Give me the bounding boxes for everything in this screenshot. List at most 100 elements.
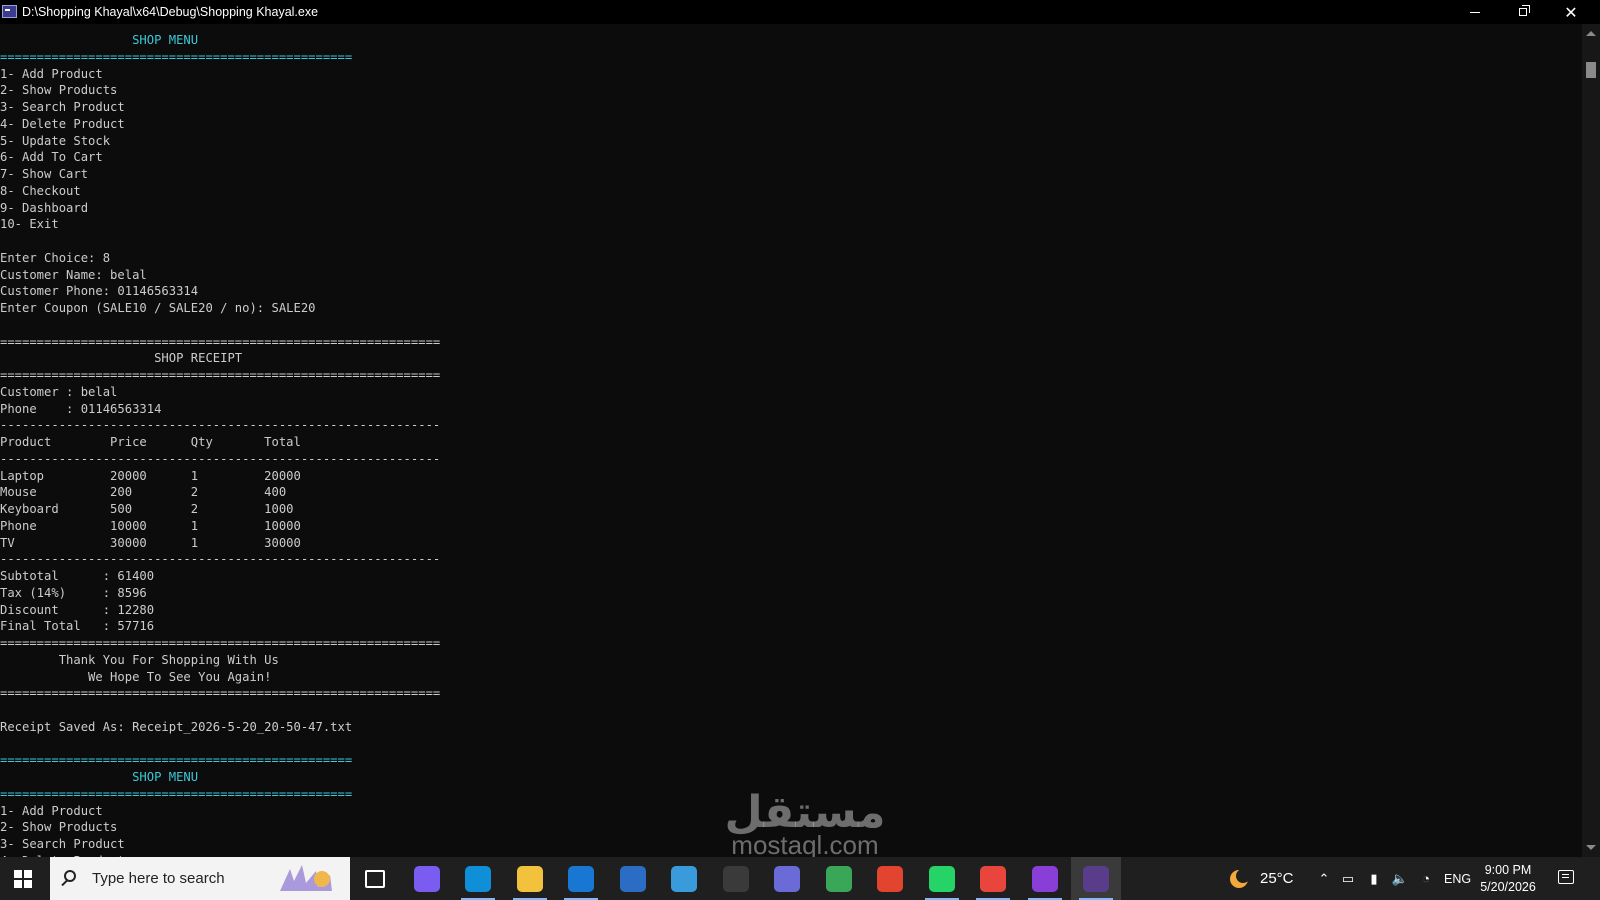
file-explorer-icon	[516, 865, 543, 892]
taskbar-app-copilot[interactable]	[402, 857, 452, 900]
meet-icon[interactable]: ▭	[1340, 871, 1356, 887]
console-window-icon	[1083, 865, 1109, 892]
console-line: ========================================…	[0, 636, 441, 650]
vertical-scrollbar[interactable]	[1582, 24, 1600, 857]
visual-studio-icon	[1031, 865, 1058, 892]
store-icon	[877, 865, 903, 892]
restore-icon	[1519, 5, 1530, 16]
weather-moon-icon	[1230, 868, 1250, 888]
taskbar-app-outlook[interactable]	[556, 857, 606, 900]
taskbar-app-store[interactable]	[865, 857, 915, 900]
console-line: Customer Phone: 01146563314	[0, 284, 199, 299]
whatsapp-icon	[928, 865, 955, 892]
search-highlight-icon	[280, 865, 332, 891]
tray-chevron[interactable]: ⌃	[1316, 857, 1332, 900]
taskbar-clock[interactable]: 9:00 PM 5/20/2026	[1468, 862, 1548, 896]
console-line: 1- Add Product	[0, 803, 103, 818]
console-line: ----------------------------------------…	[0, 418, 441, 433]
console-line: Phone 10000 1 10000	[0, 518, 301, 533]
console-line: 3- Search Product	[0, 100, 125, 114]
stack-app-icon	[774, 865, 800, 892]
console-line: Receipt Saved As: Receipt_2026-5-20_20-5…	[0, 719, 353, 734]
console-line: 10- Exit	[0, 217, 59, 232]
console-line: Enter Choice: 8	[0, 250, 111, 265]
copilot-icon	[413, 865, 440, 892]
restore-button[interactable]	[1500, 0, 1546, 24]
azure-data-icon	[671, 865, 697, 892]
taskbar-app-edge[interactable]	[453, 857, 503, 900]
console-line: Keyboard 500 2 1000	[0, 502, 294, 516]
taskbar-search-box[interactable]: Type here to search	[50, 857, 350, 900]
taskbar-app-task-view[interactable]	[350, 857, 400, 900]
scrollbar-thumb[interactable]	[1586, 62, 1596, 78]
console-line: 5- Update Stock	[0, 133, 111, 148]
title-bar: D:\Shopping Khayal\x64\Debug\Shopping Kh…	[0, 0, 1600, 24]
edge-icon	[465, 865, 491, 892]
network-icon[interactable]: ◔	[1418, 871, 1434, 887]
visual-studio-blue-icon	[619, 865, 646, 892]
chrome-icon	[980, 865, 1006, 892]
console-line: ----------------------------------------…	[0, 451, 441, 466]
window-title: D:\Shopping Khayal\x64\Debug\Shopping Kh…	[22, 5, 319, 19]
console-line: SHOP MENU	[0, 770, 199, 784]
taskbar-app-visual-studio[interactable]	[1020, 857, 1070, 900]
console-line: 2- Show Products	[0, 83, 118, 98]
console-line: ========================================…	[0, 334, 441, 349]
volume-icon[interactable]: 🔈	[1392, 871, 1408, 887]
taskbar-app-chrome[interactable]	[968, 857, 1018, 900]
console-line: 9- Dashboard	[0, 200, 89, 215]
weather-widget[interactable]: 25°C	[1228, 857, 1294, 900]
outlook-icon	[568, 865, 594, 892]
console-line: 6- Add To Cart	[0, 150, 103, 165]
taskbar-app-whatsapp[interactable]	[917, 857, 967, 900]
console-line: Discount : 12280	[0, 602, 155, 617]
taskbar-app-file-explorer[interactable]	[505, 857, 555, 900]
terminal-app-icon	[722, 865, 749, 892]
clock-date: 5/20/2026	[1480, 880, 1536, 894]
console-line: SHOP RECEIPT	[0, 351, 243, 366]
console-app-icon	[2, 5, 17, 18]
close-button[interactable]: ✕	[1548, 0, 1594, 24]
console-line: Customer Name: belal	[0, 267, 147, 282]
chevron-up-icon: ⌃	[1318, 870, 1330, 886]
console-line: 1- Add Product	[0, 66, 103, 81]
console-line: Customer : belal	[0, 384, 118, 399]
console-line: SHOP MENU	[0, 33, 199, 47]
console-line: Product Price Qty Total	[0, 435, 301, 449]
console-line: TV 30000 1 30000	[0, 535, 301, 550]
scroll-up-icon[interactable]	[1586, 31, 1596, 36]
console-line: 4- Delete Product	[0, 116, 125, 131]
console-line: Final Total : 57716	[0, 619, 155, 634]
taskbar-app-stack-app[interactable]	[762, 857, 812, 900]
console-line: 8- Checkout	[0, 183, 81, 198]
console-line: ========================================…	[0, 49, 353, 64]
console-line: Subtotal : 61400	[0, 569, 155, 583]
taskbar-app-console-window[interactable]	[1071, 857, 1121, 900]
clock-time: 9:00 PM	[1484, 863, 1532, 877]
taskbar: Type here to search 25°C ⌃ ▭ ▮ 🔈 ◔ ENG 9…	[0, 857, 1600, 900]
console-line: Enter Coupon (SALE10 / SALE20 / no): SAL…	[0, 301, 316, 315]
console-line: We Hope To See You Again!	[0, 669, 272, 684]
scroll-down-icon[interactable]	[1586, 845, 1596, 850]
minimize-icon	[1470, 11, 1480, 13]
console-line: ----------------------------------------…	[0, 552, 441, 567]
taskbar-app-paint-app[interactable]	[814, 857, 864, 900]
windows-start-icon[interactable]	[14, 870, 32, 888]
console-line: Phone : 01146563314	[0, 401, 162, 416]
taskbar-app-visual-studio-blue[interactable]	[608, 857, 658, 900]
console-line: Laptop 20000 1 20000	[0, 468, 301, 483]
minimize-button[interactable]	[1452, 0, 1498, 24]
battery-icon[interactable]: ▮	[1366, 871, 1382, 887]
console-output[interactable]: SHOP MENU ===============================…	[0, 24, 1582, 857]
weather-temp: 25°C	[1260, 870, 1294, 887]
close-icon: ✕	[1564, 2, 1578, 22]
taskbar-app-terminal-app[interactable]	[711, 857, 761, 900]
search-icon	[64, 870, 76, 882]
console-line: ========================================…	[0, 368, 441, 382]
console-line: 3- Search Product	[0, 837, 125, 851]
console-line: ========================================…	[0, 686, 441, 701]
notifications-icon[interactable]	[1558, 870, 1574, 884]
taskbar-app-azure-data[interactable]	[659, 857, 709, 900]
console-line: 7- Show Cart	[0, 167, 89, 181]
task-view-icon	[365, 869, 385, 888]
